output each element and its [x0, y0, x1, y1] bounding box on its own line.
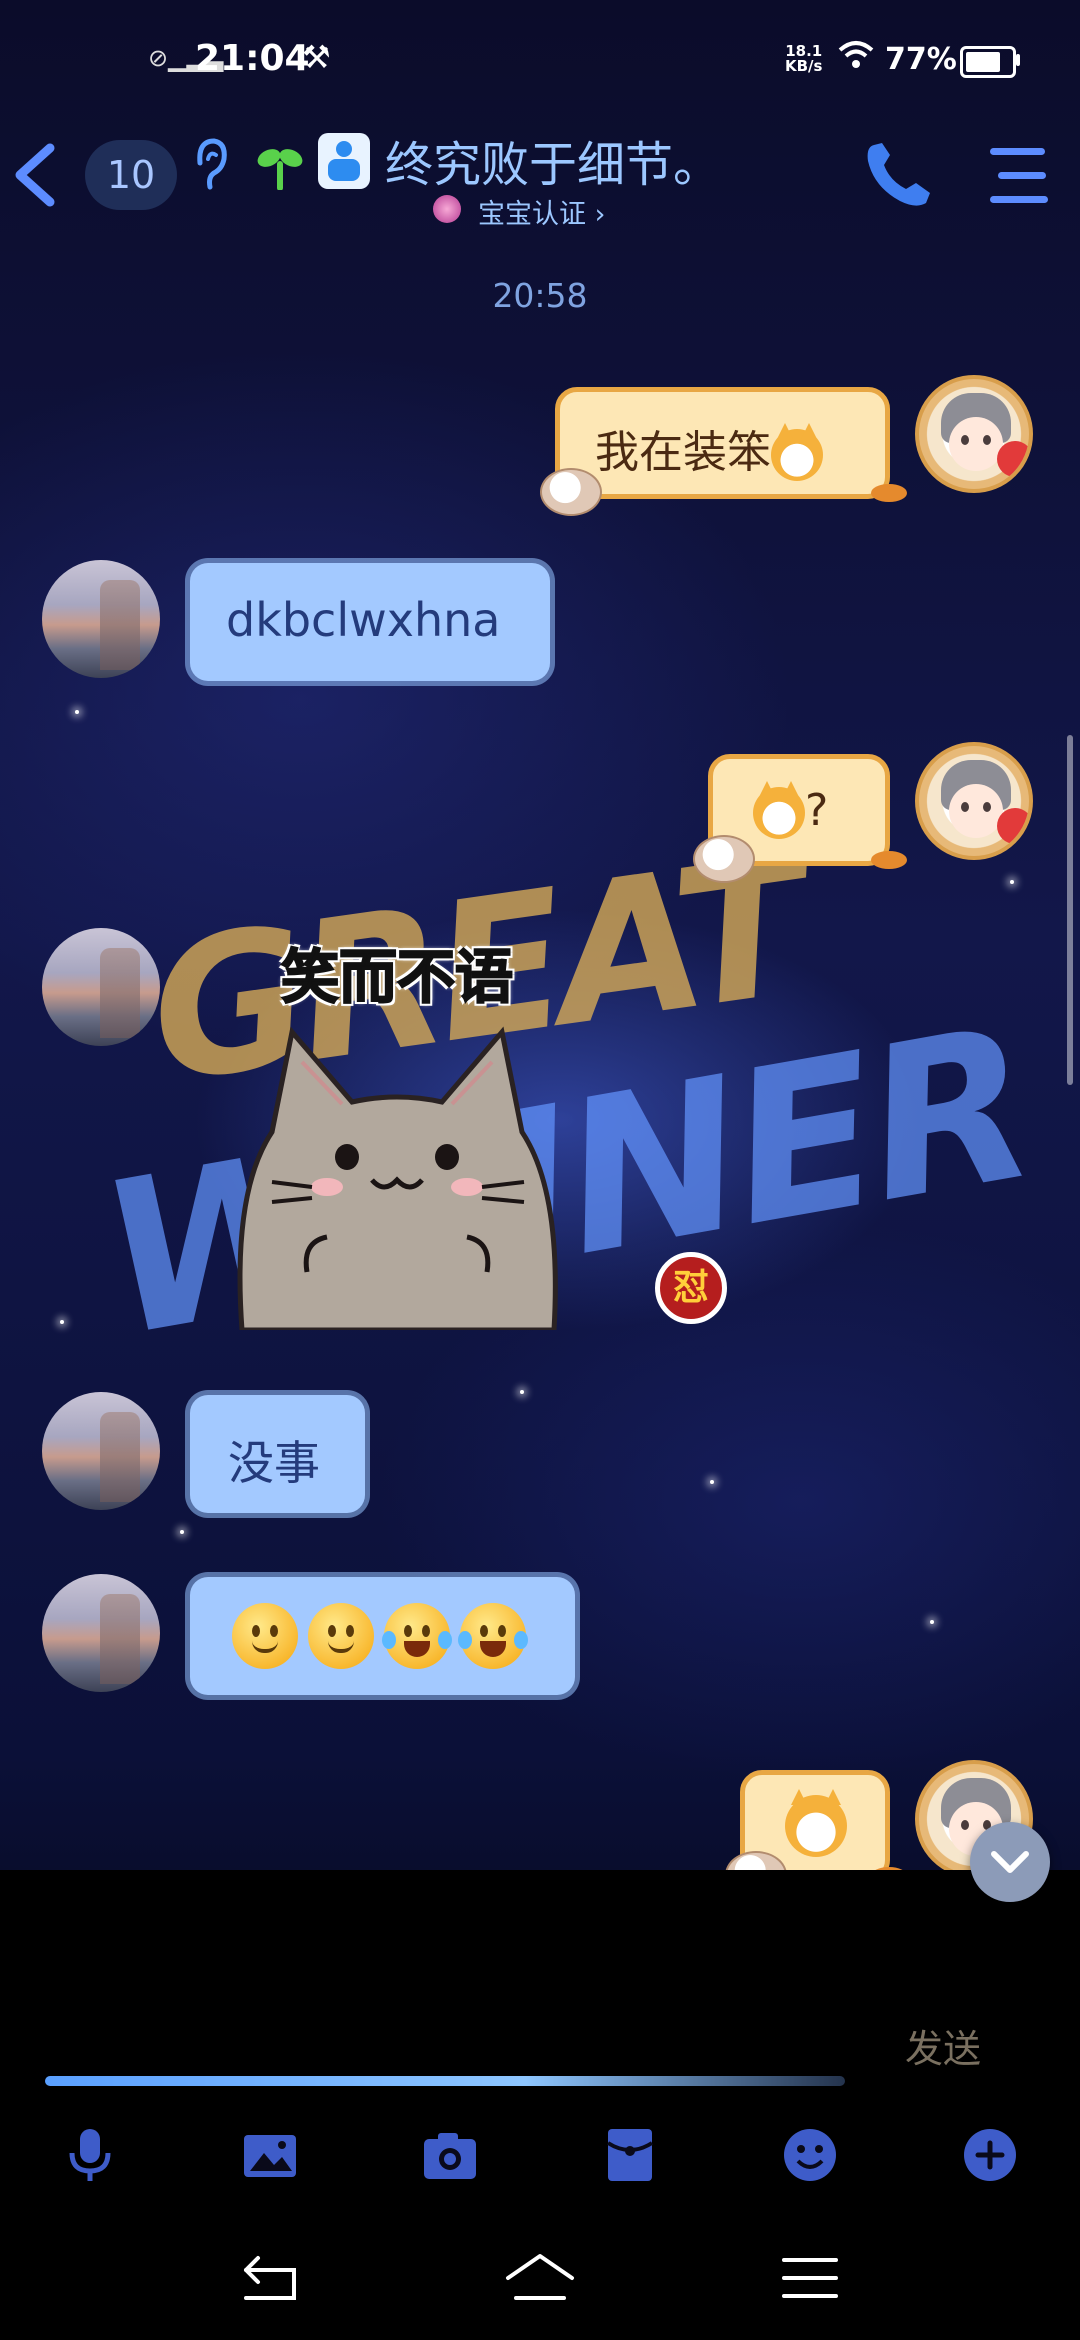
my-avatar[interactable]: [915, 742, 1033, 860]
my-emoji-message-bubble[interactable]: [725, 1770, 907, 1899]
camera-icon[interactable]: [420, 2125, 480, 2185]
my-message-bubble[interactable]: ?: [693, 754, 907, 883]
peer-avatar[interactable]: [42, 1574, 160, 1692]
emoji-icon[interactable]: [780, 2125, 840, 2185]
peer-message-bubble[interactable]: dkbclwxhna: [190, 563, 550, 681]
star-decoration: [60, 1320, 64, 1324]
slight-smile-emoji-icon: [308, 1603, 374, 1669]
sprout-icon: [257, 149, 303, 190]
nav-back-icon[interactable]: [230, 2248, 310, 2308]
network-speed-unit: KB/s: [785, 57, 823, 75]
certification-label: 宝宝认证 ›: [478, 199, 606, 230]
star-decoration: [520, 1390, 524, 1394]
plus-icon[interactable]: [960, 2125, 1020, 2185]
star-decoration: [710, 1480, 714, 1484]
nav-home-icon[interactable]: [500, 2248, 580, 2308]
network-speed: 18.1 KB/s: [785, 44, 822, 74]
microphone-icon[interactable]: [60, 2125, 120, 2185]
phone-call-icon[interactable]: [860, 135, 940, 215]
cat-sticker[interactable]: 笑而不语: [232, 930, 562, 1330]
stamp-badge: 怼: [655, 1252, 727, 1324]
scroll-to-bottom-button[interactable]: [970, 1822, 1050, 1902]
tears-of-joy-emoji-icon: [458, 1603, 528, 1669]
back-arrow-icon[interactable]: [10, 140, 60, 210]
chat-scrollbar[interactable]: [1067, 735, 1073, 1085]
star-decoration: [180, 1530, 184, 1534]
doge-emoji-icon: [785, 1789, 847, 1857]
message-timestamp: 20:58: [492, 276, 588, 315]
status-bar: ⊘▁▂▃ 21:04 ⚒ 18.1 KB/s 77%: [0, 0, 1080, 120]
battery-icon: [960, 46, 1016, 78]
wifi-icon: [838, 41, 874, 68]
menu-icon[interactable]: [990, 142, 1052, 212]
image-icon[interactable]: [240, 2125, 300, 2185]
red-packet-icon[interactable]: [600, 2125, 660, 2185]
chat-screen: GREAT WINNER ⊘▁▂▃ 21:04 ⚒ 18.1 KB/s 77% …: [0, 0, 1080, 2340]
battery-level-fill: [966, 52, 1000, 72]
star-decoration: [1010, 880, 1014, 884]
nav-recents-icon[interactable]: [770, 2248, 850, 2308]
peer-message-bubble[interactable]: 没事: [190, 1395, 365, 1513]
message-input-field[interactable]: [45, 2076, 845, 2086]
tears-of-joy-emoji-icon: [382, 1603, 452, 1669]
message-text: dkbclwxhna: [226, 593, 501, 647]
message-text: 没事: [228, 1436, 320, 1490]
peer-emoji-message-bubble[interactable]: [190, 1577, 575, 1695]
message-text: 我在装笨: [595, 427, 771, 478]
peer-avatar[interactable]: [42, 560, 160, 678]
status-time: 21:04: [195, 38, 310, 79]
send-button[interactable]: 发送: [905, 2018, 981, 2073]
ear-icon[interactable]: [190, 135, 230, 195]
sticker-caption: 笑而不语: [280, 942, 514, 1012]
contact-name[interactable]: 终究败于细节。: [385, 125, 721, 195]
doge-emoji-icon: [771, 423, 823, 481]
message-text: ?: [805, 785, 829, 836]
my-avatar[interactable]: [915, 375, 1033, 493]
certification-link[interactable]: 宝宝认证 ›: [440, 192, 605, 231]
peer-avatar[interactable]: [42, 928, 160, 1046]
hamster-decoration-icon: [693, 835, 755, 883]
unread-count-badge[interactable]: 10: [85, 140, 177, 210]
tools-icon: ⚒: [302, 38, 331, 76]
battery-tip: [1016, 54, 1020, 66]
qq-status-icon: [318, 133, 370, 189]
star-decoration: [930, 1620, 934, 1624]
peer-avatar[interactable]: [42, 1392, 160, 1510]
star-decoration: [75, 710, 79, 714]
doge-emoji-icon: [753, 781, 805, 839]
hamster-decoration-icon: [540, 468, 602, 516]
slight-smile-emoji-icon: [232, 1603, 298, 1669]
battery-percent: 77%: [885, 42, 957, 77]
cat-sticker-image: [237, 1026, 558, 1330]
my-message-bubble[interactable]: 我在装笨: [540, 387, 907, 516]
